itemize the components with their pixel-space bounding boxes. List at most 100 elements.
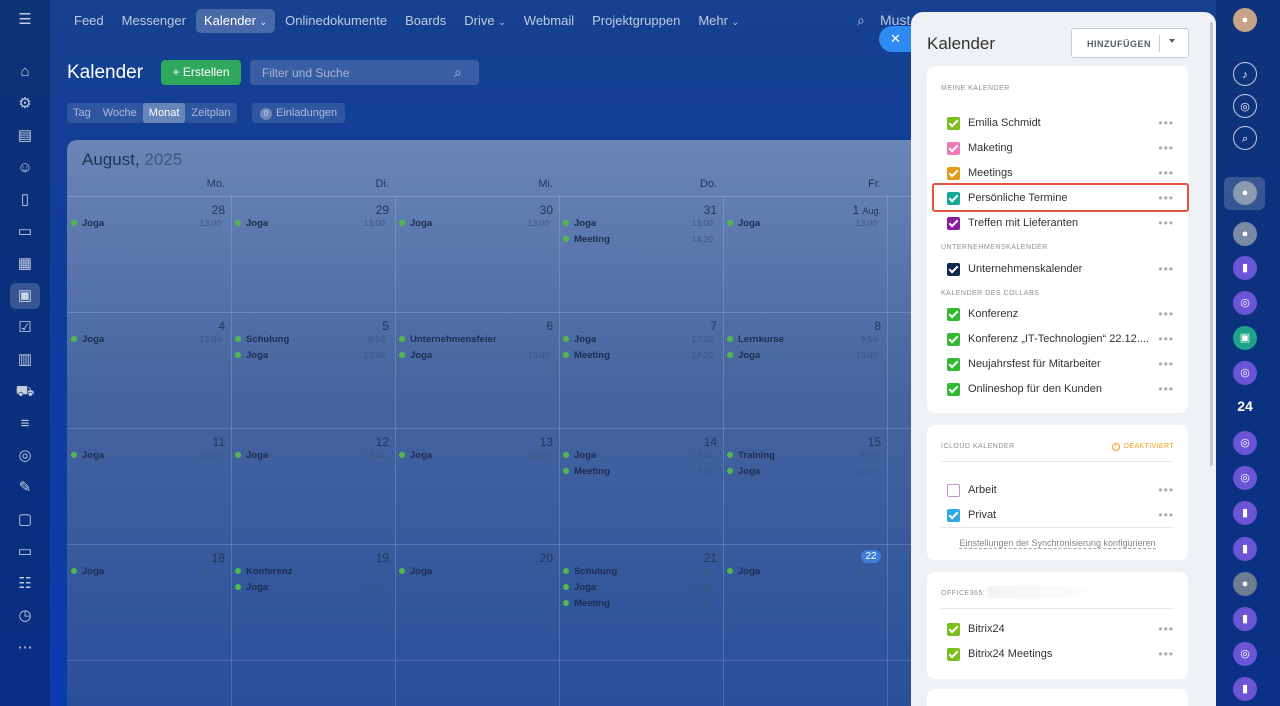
more-icon[interactable]: ••• [1158, 117, 1174, 129]
calendar-list-item[interactable]: Neujahrsfest für Mitarbeiter ••• [947, 354, 1174, 374]
day-number[interactable]: 15 [731, 435, 881, 449]
tab-schedule[interactable]: Zeitplan [185, 103, 236, 123]
more-icon[interactable]: ⋯ [15, 638, 35, 658]
calendar-checkbox[interactable] [947, 141, 960, 155]
calendar-event[interactable]: Joga 13:00 [563, 332, 713, 346]
calendar-checkbox[interactable] [947, 382, 960, 396]
more-icon[interactable]: ••• [1158, 509, 1174, 521]
day-number[interactable]: 1 Aug. [731, 203, 881, 217]
calendar-checkbox[interactable] [947, 116, 960, 130]
day-number[interactable]: 6 [403, 319, 553, 333]
calendar-event[interactable]: Meeting 14:20 [563, 464, 713, 478]
more-icon[interactable]: ••• [1158, 648, 1174, 660]
calendar-list-item[interactable]: Unternehmenskalender ••• [947, 259, 1174, 279]
chat-search-icon[interactable]: ⌕ [1233, 126, 1257, 150]
activity-icon[interactable]: ◎ [1233, 94, 1257, 118]
calendar-checkbox[interactable] [947, 262, 960, 276]
nav-mehr[interactable]: Mehr ⌄ [690, 9, 747, 33]
calendar-event[interactable]: Joga 13:00 [727, 564, 877, 578]
avatar[interactable]: ● [1233, 572, 1257, 596]
calendar-checkbox[interactable] [947, 508, 960, 522]
day-number[interactable]: 7 [567, 319, 717, 333]
chat-icon[interactable]: ▮ [1233, 501, 1257, 525]
tab-day[interactable]: Tag [67, 103, 97, 123]
clock-icon[interactable]: ◷ [15, 606, 35, 626]
analytics-icon[interactable]: ▥ [15, 350, 35, 370]
more-icon[interactable]: ••• [1158, 308, 1174, 320]
calendar-event[interactable]: Joga 13:00 [399, 448, 549, 462]
more-icon[interactable]: ••• [1158, 484, 1174, 496]
nav-webmail[interactable]: Webmail [516, 9, 582, 33]
calendar-event[interactable]: Joga 13:00 [235, 216, 385, 230]
calendar-event[interactable]: Joga 13:00 [399, 348, 549, 362]
day-number[interactable]: 14 [567, 435, 717, 449]
tasks-icon[interactable]: ☑ [15, 318, 35, 338]
calendar-list-item[interactable]: Meetings ••• [947, 163, 1174, 183]
nav-drive[interactable]: Drive ⌄ [456, 9, 514, 33]
calendar-event[interactable]: Joga 13:00 [563, 216, 713, 230]
day-number[interactable]: 5 [239, 319, 389, 333]
day-number[interactable]: 28 [75, 203, 225, 217]
nav-projektgruppen[interactable]: Projektgruppen [584, 9, 688, 33]
avatar[interactable]: ● [1233, 8, 1257, 32]
calendar-event[interactable]: Schulung 9:50 [563, 564, 713, 578]
more-icon[interactable]: ••• [1158, 217, 1174, 229]
nav-messenger[interactable]: Messenger [114, 9, 194, 33]
calendar-event[interactable]: Joga 13:00 [563, 580, 713, 594]
create-button[interactable]: + Erstellen [161, 60, 241, 85]
nav-onlinedokumente[interactable]: Onlinedokumente [277, 9, 395, 33]
calendar-list-item[interactable]: Bitrix24 Meetings ••• [947, 644, 1174, 664]
chat-icon[interactable]: ▮ [1233, 537, 1257, 561]
drive-icon[interactable]: ▭ [15, 222, 35, 242]
more-icon[interactable]: ••• [1158, 263, 1174, 275]
day-number[interactable]: 30 [403, 203, 553, 217]
calendar-event[interactable]: Joga 13:00 [727, 216, 877, 230]
group-icon[interactable]: ☷ [15, 574, 35, 594]
calendar-event[interactable]: Joga 13:00 [727, 464, 877, 478]
more-icon[interactable]: ••• [1158, 333, 1174, 345]
calendar-event[interactable]: Joga 13:00 [235, 348, 385, 362]
day-number[interactable]: 8 [731, 319, 881, 333]
calendar-event[interactable]: Schulung 9:50 [235, 332, 385, 346]
calendar-list-item[interactable]: Treffen mit Lieferanten ••• [947, 213, 1174, 233]
calendar-list-item[interactable]: Bitrix24 ••• [947, 619, 1174, 639]
calendar-event[interactable]: Joga 13:00 [235, 448, 385, 462]
day-number[interactable]: 11 [75, 435, 225, 449]
calendar-checkbox[interactable] [947, 166, 960, 180]
calendar-list-item[interactable]: Konferenz ••• [947, 304, 1174, 324]
nav-boards[interactable]: Boards [397, 9, 454, 33]
calendar-event[interactable]: Joga 13:00 [399, 216, 549, 230]
calendar-list-item[interactable]: Arbeit ••• [947, 480, 1174, 500]
today-badge[interactable]: 22 [861, 550, 881, 563]
hamburger-icon[interactable]: ☰ [15, 10, 35, 30]
sync-settings-link[interactable]: Einstellungen der Synchronisierung konfi… [927, 538, 1188, 549]
sign-icon[interactable]: ✎ [15, 478, 35, 498]
day-number[interactable]: 31 [567, 203, 717, 217]
calendar-event[interactable]: Meeting 14:20 [563, 232, 713, 246]
document-icon[interactable]: ▤ [15, 126, 35, 146]
bell-icon[interactable]: ♪ [1233, 62, 1257, 86]
bitrix24-icon[interactable]: 24 [1233, 398, 1257, 414]
calendar-event[interactable]: Training 9:50 [727, 448, 877, 462]
avatar[interactable]: ● [1233, 222, 1257, 246]
search-icon[interactable]: ⌕ [857, 12, 865, 29]
day-number[interactable]: 4 [75, 319, 225, 333]
calendar-event[interactable]: Joga 13:00 [71, 448, 221, 462]
calendar-list-item[interactable]: Onlineshop für den Kunden ••• [947, 379, 1174, 399]
calendar-event[interactable]: Meeting 14:20 [563, 596, 713, 610]
puzzle-icon[interactable]: ⚙ [15, 94, 35, 114]
storage-icon[interactable]: ▢ [15, 510, 35, 530]
invitations-button[interactable]: 0 Einladungen [252, 103, 346, 123]
nav-feed[interactable]: Feed [66, 9, 112, 33]
lock-icon[interactable]: ▣ [1233, 326, 1257, 350]
day-number[interactable]: 20 [403, 551, 553, 565]
file-icon[interactable]: ▯ [15, 190, 35, 210]
calendar-event[interactable]: Joga 13:00 [727, 348, 877, 362]
calendar-event[interactable]: Joga 13:00 [71, 332, 221, 346]
chat-icon[interactable]: ◎ [1233, 431, 1257, 455]
calendar-list-item[interactable]: Konferenz „IT-Technologien“ 22.12.... ••• [947, 329, 1174, 349]
tab-week[interactable]: Woche [97, 103, 143, 123]
calendar-event[interactable]: Konferenz 9:50 [235, 564, 385, 578]
users-icon[interactable]: ☺ [15, 158, 35, 178]
calendar-checkbox[interactable] [947, 622, 960, 636]
